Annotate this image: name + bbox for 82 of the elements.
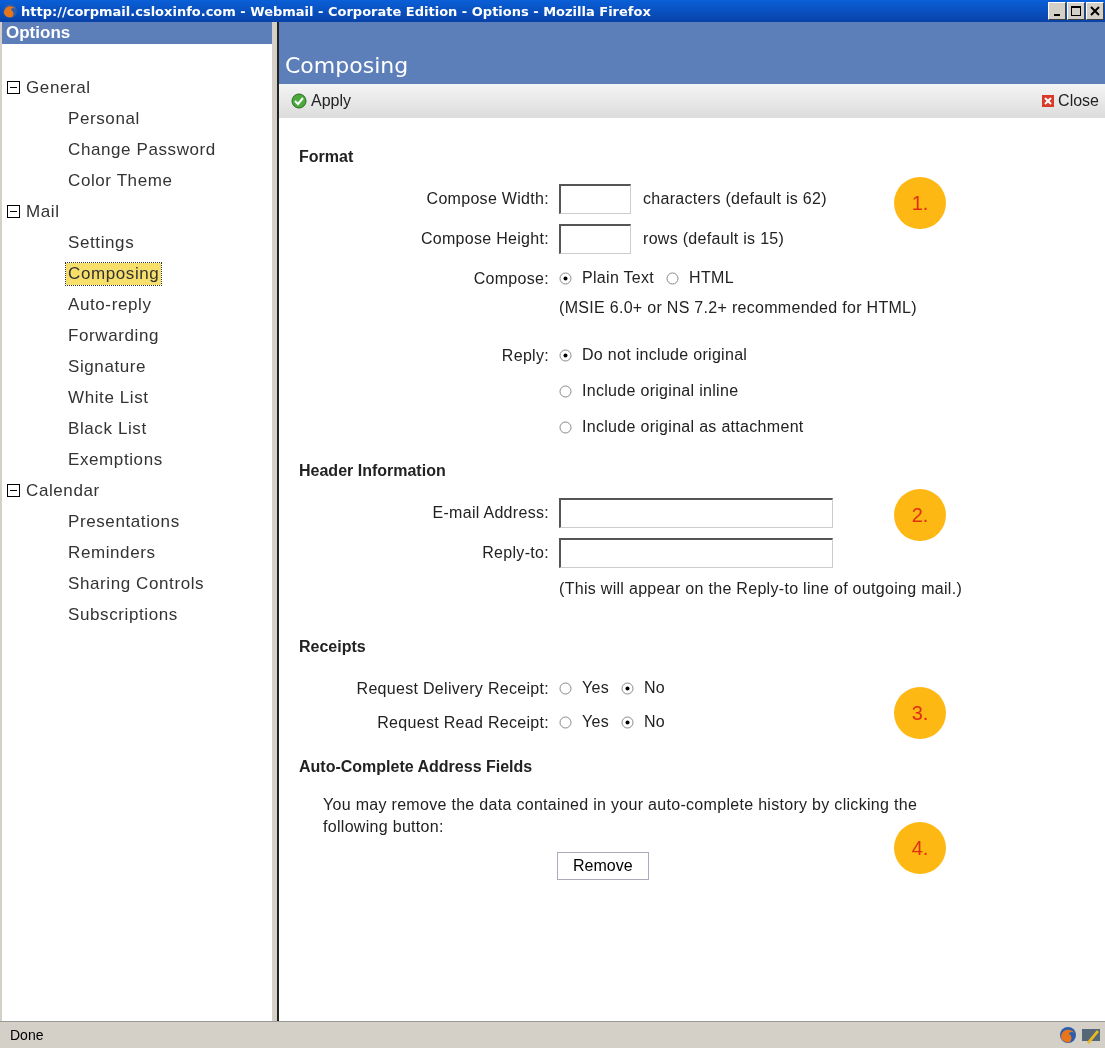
radio-button[interactable] [559, 348, 572, 362]
field-label: Reply: [501, 347, 549, 364]
collapse-icon[interactable] [7, 484, 20, 497]
field-label: Compose: [473, 270, 549, 287]
radio-button[interactable] [621, 681, 634, 695]
sidebar-item[interactable]: Personal [66, 107, 142, 130]
annotation-marker: 4. [894, 822, 946, 874]
input-field[interactable] [559, 538, 833, 568]
close-page-button[interactable]: Close [1042, 92, 1099, 110]
sidebar-item[interactable]: Forwarding [66, 324, 162, 347]
radio-button[interactable] [559, 681, 572, 695]
status-text: Done [10, 1027, 44, 1043]
radio-button[interactable] [559, 384, 572, 398]
radio-label: Yes [582, 713, 609, 731]
annotation-marker: 3. [894, 687, 946, 739]
field-label: Request Delivery Receipt: [356, 680, 549, 697]
field-label: Compose Height: [420, 230, 549, 247]
radio-button[interactable] [559, 420, 572, 434]
sidebar-item[interactable]: Exemptions [66, 448, 165, 471]
section-heading: Header Information [299, 462, 447, 480]
section-heading: Receipts [299, 638, 367, 656]
radio-label: Yes [582, 679, 609, 697]
sidebar-item[interactable]: Reminders [66, 541, 158, 564]
radio-label: Do not include original [582, 346, 748, 364]
input-field[interactable] [559, 184, 631, 214]
annotation-marker: 2. [894, 489, 946, 541]
sidebar-group[interactable]: Mail [26, 201, 60, 222]
input-field[interactable] [559, 224, 631, 254]
collapse-icon[interactable] [7, 81, 20, 94]
close-window-icon [1090, 6, 1100, 16]
sidebar-group[interactable]: General [26, 77, 91, 98]
field-hint: rows (default is 15) [643, 230, 785, 248]
sidebar-group[interactable]: Calendar [26, 480, 100, 501]
radio-button[interactable] [559, 271, 572, 285]
radio-label: Include original inline [582, 382, 739, 400]
radio-button[interactable] [666, 271, 680, 285]
collapse-icon[interactable] [7, 205, 20, 218]
globe-icon [1059, 1026, 1077, 1044]
sidebar-item[interactable]: Color Theme [66, 169, 175, 192]
field-label: Request Read Receipt: [377, 714, 549, 731]
field-note: (MSIE 6.0+ or NS 7.2+ recommended for HTML) [559, 299, 918, 317]
sidebar-item[interactable]: Presentations [66, 510, 182, 533]
page-title: Composing [285, 53, 409, 78]
radio-label: HTML [689, 269, 734, 287]
radio-button[interactable] [559, 715, 572, 729]
minimize-button[interactable] [1048, 2, 1066, 20]
field-note: (This will appear on the Reply-to line of outgoing mail.) [559, 580, 964, 598]
close-icon [1042, 95, 1055, 107]
input-field[interactable] [559, 498, 833, 528]
radio-label: No [644, 679, 666, 697]
radio-button[interactable] [621, 715, 634, 729]
window-title: http://corpmail.csloxinfo.com - Webmail - Corporate Edition - Options - Mozilla Firefox [21, 3, 652, 19]
radio-label: Plain Text [582, 269, 655, 287]
radio-label: No [644, 713, 666, 731]
field-label: E-mail Address: [432, 504, 549, 521]
remove-button[interactable]: Remove [557, 852, 649, 880]
close-button[interactable] [1086, 2, 1104, 20]
sidebar-item[interactable]: White List [66, 386, 151, 409]
sidebar-item[interactable]: Signature [66, 355, 149, 378]
sidebar-item[interactable]: Black List [66, 417, 149, 440]
field-hint: characters (default is 62) [643, 190, 827, 208]
maximize-button[interactable] [1067, 2, 1085, 20]
pencil-icon [1081, 1026, 1101, 1044]
apply-button[interactable]: Apply [291, 92, 352, 110]
sidebar-item[interactable]: Composing [66, 262, 162, 285]
section-heading: Format [299, 148, 355, 166]
radio-label: Include original as attachment [582, 418, 804, 436]
sidebar-item[interactable]: Change Password [66, 138, 218, 161]
sidebar-item[interactable]: Subscriptions [66, 603, 180, 626]
checkmark-icon [291, 93, 307, 109]
annotation-marker: 1. [894, 177, 946, 229]
field-label: Compose Width: [426, 190, 549, 207]
section-heading: Auto-Complete Address Fields [299, 758, 534, 776]
maximize-icon [1071, 6, 1081, 16]
sidebar-item[interactable]: Sharing Controls [66, 572, 207, 595]
splitter[interactable] [272, 22, 279, 1021]
minimize-icon [1054, 13, 1060, 16]
sidebar-item[interactable]: Auto-reply [66, 293, 154, 316]
sidebar-item[interactable]: Settings [66, 231, 137, 254]
sidebar-title: Options [2, 22, 272, 44]
field-label: Reply-to: [482, 544, 549, 561]
browser-logo-icon [2, 3, 18, 19]
